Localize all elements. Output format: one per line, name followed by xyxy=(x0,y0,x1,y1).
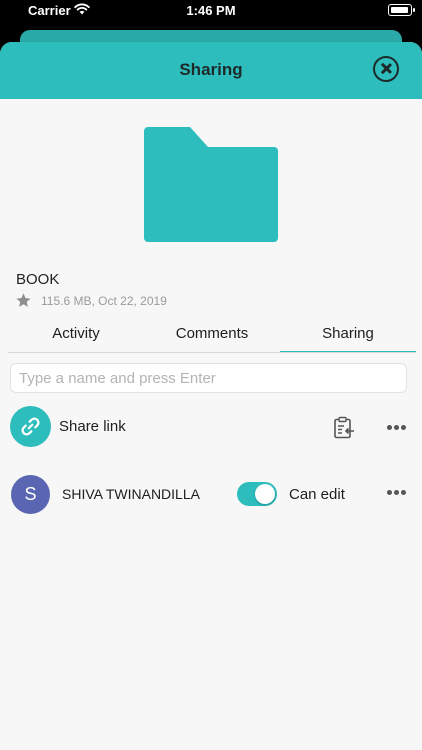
tab-sharing[interactable]: Sharing xyxy=(280,318,416,353)
permission-label: Can edit xyxy=(289,486,345,503)
folder-icon xyxy=(144,127,278,242)
sheet-header: Sharing xyxy=(0,42,422,99)
can-edit-toggle[interactable] xyxy=(237,482,277,506)
user-row: S SHIVA TWINANDILLA Can edit xyxy=(0,473,422,515)
file-name: BOOK xyxy=(16,271,60,288)
page-title: Sharing xyxy=(179,60,243,79)
tab-divider xyxy=(8,352,416,353)
share-link-row[interactable]: Share link xyxy=(0,404,422,450)
link-avatar xyxy=(10,406,51,447)
share-link-label: Share link xyxy=(59,418,126,435)
link-icon xyxy=(21,417,40,436)
avatar: S xyxy=(11,475,50,514)
close-button[interactable] xyxy=(373,56,399,82)
toggle-knob xyxy=(255,484,275,504)
tab-comments[interactable]: Comments xyxy=(144,318,280,353)
file-meta: 115.6 MB, Oct 22, 2019 xyxy=(41,294,167,308)
battery-icon xyxy=(388,4,412,16)
sharing-sheet: Sharing BOOK 115.6 MB, Oct 22, 2019 Acti… xyxy=(0,42,422,750)
share-link-more-icon[interactable] xyxy=(387,425,407,433)
search-input[interactable] xyxy=(10,363,407,393)
star-icon[interactable] xyxy=(15,292,32,309)
tab-activity[interactable]: Activity xyxy=(8,318,144,353)
user-name: SHIVA TWINANDILLA xyxy=(62,486,200,502)
clock: 1:46 PM xyxy=(186,3,236,18)
clipboard-icon[interactable] xyxy=(333,416,355,440)
tab-bar: Activity Comments Sharing xyxy=(8,318,416,353)
battery-tip xyxy=(413,8,415,12)
status-bar: Carrier 1:46 PM xyxy=(0,0,422,22)
user-more-icon[interactable] xyxy=(387,490,407,498)
